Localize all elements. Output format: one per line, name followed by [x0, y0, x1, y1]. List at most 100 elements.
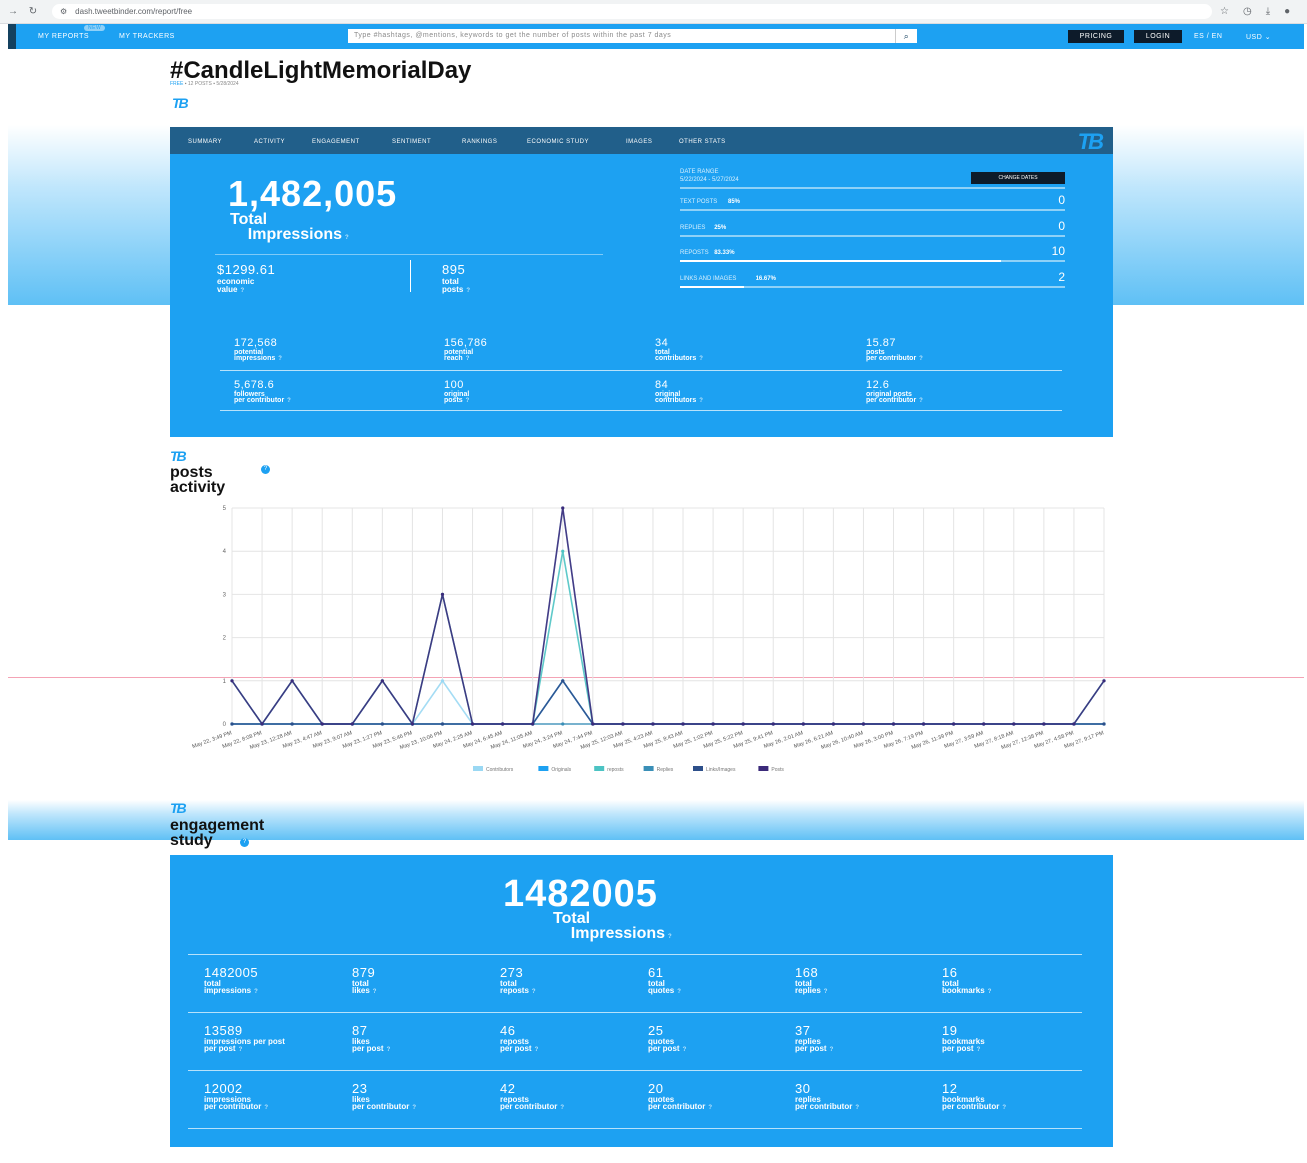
data-point [711, 722, 715, 726]
login-button[interactable]: LOGIN [1134, 30, 1182, 43]
breakdown-label: REPLIES [680, 224, 706, 231]
help-icon[interactable]: ? [977, 1047, 981, 1053]
language-switch[interactable]: ES / EN [1194, 33, 1222, 40]
help-icon[interactable]: ? [535, 1047, 539, 1053]
new-badge: NEW [84, 25, 106, 31]
help-icon[interactable]: ? [699, 398, 703, 404]
engagement-value: 37 [795, 1023, 811, 1038]
help-icon[interactable]: ? [466, 356, 470, 362]
engagement-study-title: engagement study [170, 817, 265, 850]
help-icon[interactable]: ? [677, 989, 681, 995]
help-icon[interactable]: ? [264, 1105, 268, 1111]
engagement-label: impressions per post per post? [204, 1037, 285, 1054]
date-range-value: 5/22/2024 - 5/27/2024 [680, 177, 739, 183]
engagement-value: 168 [795, 965, 819, 980]
help-icon[interactable]: ? [708, 1105, 712, 1111]
engagement-label: total quotes? [648, 979, 681, 996]
nav-my-trackers[interactable]: MY TRACKERS [119, 33, 175, 40]
help-icon[interactable]: ? [287, 398, 291, 404]
data-point [891, 722, 896, 726]
help-icon[interactable]: ? [824, 989, 828, 995]
stat-label: potential impressions? [234, 349, 282, 363]
tab-activity[interactable]: ACTIVITY [254, 139, 285, 145]
stat-value: 156,786 [444, 337, 488, 349]
help-icon[interactable]: ? [532, 989, 536, 995]
engagement-value: 12002 [204, 1081, 243, 1096]
help-icon[interactable]: ? [560, 1105, 564, 1111]
help-icon[interactable]: ? [239, 1047, 243, 1053]
data-point [621, 722, 625, 726]
tab-other-stats[interactable]: OTHER STATS [679, 139, 726, 145]
search-icon[interactable]: ⌕ [895, 29, 917, 43]
data-point [771, 722, 775, 726]
help-icon[interactable]: ? [412, 1105, 416, 1111]
help-icon[interactable]: ? [240, 288, 244, 295]
download-icon[interactable]: ⤓ [1266, 6, 1270, 17]
y-tick-label: 4 [223, 549, 227, 555]
help-icon[interactable]: ? [345, 235, 349, 242]
tab-economic-study[interactable]: ECONOMIC STUDY [527, 139, 589, 145]
tab-rankings[interactable]: RANKINGS [462, 139, 497, 145]
stat-label: potential reach? [444, 349, 474, 363]
posts-activity-title: posts activity [170, 464, 226, 497]
pricing-button[interactable]: PRICING [1068, 30, 1124, 43]
stat-value: 34 [655, 337, 669, 349]
help-icon[interactable]: ? [988, 989, 992, 995]
profile-icon[interactable]: ● [1284, 6, 1290, 17]
help-icon[interactable]: ? [466, 398, 470, 404]
date-range-label: DATE RANGE [680, 169, 719, 175]
bookmark-star-icon[interactable]: ☆ [1220, 6, 1229, 17]
economic-value: $1299.61 [217, 262, 276, 277]
change-dates-button[interactable]: CHANGE DATES [971, 172, 1065, 184]
tab-sentiment[interactable]: SENTIMENT [392, 139, 431, 145]
help-icon[interactable]: ? [373, 989, 377, 995]
help-icon[interactable]: ? [387, 1047, 391, 1053]
engagement-value: 19 [942, 1023, 958, 1038]
help-icon[interactable]: ? [278, 356, 282, 362]
engagement-label: likes per contributor? [352, 1095, 417, 1112]
y-tick-label: 3 [223, 592, 227, 598]
data-point [531, 722, 535, 726]
data-point [501, 722, 505, 726]
breakdown-fill [680, 260, 1001, 262]
help-icon[interactable]: ? [683, 1047, 687, 1053]
divider [188, 954, 1082, 955]
tab-summary[interactable]: SUMMARY [188, 139, 222, 145]
total-posts-label: total posts? [442, 277, 471, 295]
site-info-icon[interactable]: ⚙ [60, 7, 67, 16]
tab-engagement[interactable]: ENGAGEMENT [312, 139, 360, 145]
nav-my-reports[interactable]: MY REPORTS [38, 33, 89, 40]
help-icon[interactable]: ? [699, 356, 703, 362]
engagement-value: 42 [500, 1081, 516, 1096]
data-point [831, 722, 835, 726]
help-icon[interactable]: ? [919, 356, 923, 362]
help-icon[interactable]: ? [240, 838, 249, 847]
breakdown-count: 2 [1058, 269, 1065, 284]
engagement-label: likes per post? [352, 1037, 391, 1054]
top-navbar: MY REPORTS NEW MY TRACKERS Type #hashtag… [8, 24, 1304, 49]
history-icon[interactable]: ◷ [1243, 6, 1252, 17]
engagement-value: 20 [648, 1081, 664, 1096]
data-point [440, 592, 445, 596]
help-icon[interactable]: ? [830, 1047, 834, 1053]
reload-icon[interactable]: ↻ [26, 6, 40, 17]
help-icon[interactable]: ? [466, 288, 470, 295]
help-icon[interactable]: ? [855, 1105, 859, 1111]
data-point [561, 679, 565, 683]
back-icon[interactable]: → [6, 6, 20, 17]
help-icon[interactable]: ? [261, 465, 270, 474]
help-icon[interactable]: ? [919, 398, 923, 404]
hashtag-search-input[interactable]: Type #hashtags, @mentions, keywords to g… [348, 29, 895, 43]
help-icon[interactable]: ? [254, 989, 258, 995]
stat-value: 172,568 [234, 337, 278, 349]
report-date: 5/28/2024 [216, 81, 239, 87]
stat-label: original posts? [444, 391, 470, 405]
help-icon[interactable]: ? [668, 934, 672, 941]
tab-images[interactable]: IMAGES [626, 139, 652, 145]
currency-select[interactable]: USD ⌄ [1246, 33, 1271, 41]
engagement-label: replies per contributor? [795, 1095, 860, 1112]
address-bar[interactable]: ⚙ dash.tweetbinder.com/report/free [52, 4, 1212, 19]
posts-count: 12 POSTS [187, 81, 212, 87]
stat-label: original posts per contributor? [866, 391, 923, 405]
help-icon[interactable]: ? [1002, 1105, 1006, 1111]
